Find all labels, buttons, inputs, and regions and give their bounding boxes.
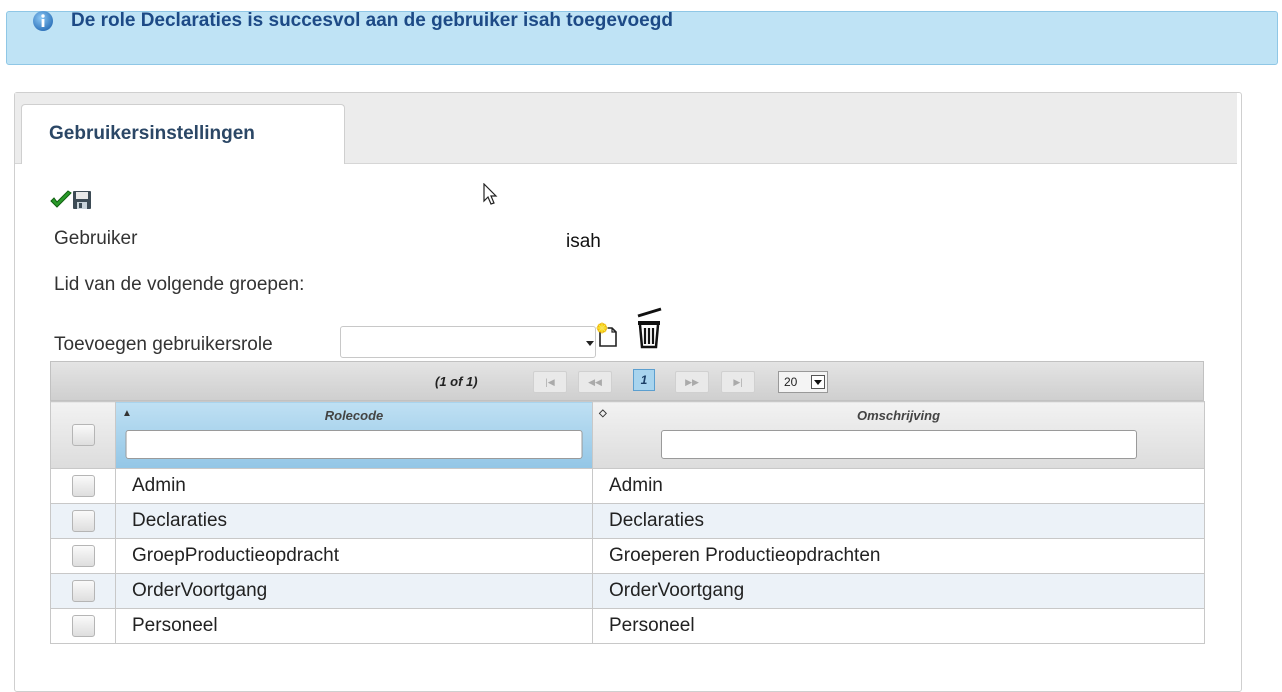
roles-table: ▲ Rolecode ◇ Omschrijving Admin Admin De… [50,401,1205,644]
mouse-cursor-icon [483,182,499,212]
rolecode-cell: OrderVoortgang [115,573,593,609]
rolecode-cell: Admin [115,468,593,504]
user-value: isah [566,231,601,252]
row-select-cell [50,608,116,644]
prev-page-button[interactable]: ◀◀ [578,371,612,393]
header-row: ▲ Rolecode ◇ Omschrijving [50,401,1205,469]
sort-both-icon: ◇ [599,408,607,419]
select-all-checkbox[interactable] [71,424,95,446]
rolecode-cell: Personeel [115,608,593,644]
new-document-icon[interactable] [596,322,620,353]
row-select-cell [50,573,116,609]
success-message: De role Declaraties is succesvol aan de … [6,10,1278,65]
settings-panel: Gebruikersinstellingen Gebruiker isah Li… [14,92,1242,692]
groups-label: Lid van de volgende groepen: [54,274,305,295]
column-header-rolecode[interactable]: ▲ Rolecode [115,401,593,469]
paginator: (1 of 1) |◀ ◀◀ 1 ▶▶ ▶| 20 [50,361,1204,401]
sort-ascending-icon: ▲ [122,408,132,419]
row-checkbox[interactable] [71,544,95,567]
row-checkbox[interactable] [71,509,95,532]
table-row[interactable]: Personeel Personeel [50,608,1205,644]
checkmark-icon[interactable] [50,190,72,215]
omschrijving-cell: Admin [592,468,1205,504]
table-row[interactable]: OrderVoortgang OrderVoortgang [50,573,1205,609]
row-select-cell [50,503,116,539]
omschrijving-cell: Personeel [592,608,1205,644]
row-checkbox[interactable] [71,579,95,602]
role-select[interactable] [340,326,596,358]
add-role-label: Toevoegen gebruikersrole [54,334,273,355]
table-row[interactable]: Admin Admin [50,468,1205,504]
table-row[interactable]: GroepProductieopdracht Groeperen Product… [50,538,1205,574]
rolecode-cell: Declaraties [115,503,593,539]
column-header-omschrijving[interactable]: ◇ Omschrijving [592,401,1205,469]
omschrijving-filter-input[interactable] [660,430,1137,459]
omschrijving-cell: Groeperen Productieopdrachten [592,538,1205,574]
message-text: De role Declaraties is succesvol aan de … [71,10,673,31]
toolbar [50,190,92,215]
chevron-down-icon [586,341,594,346]
table-row[interactable]: Declaraties Declaraties [50,503,1205,539]
user-label: Gebruiker [54,228,138,249]
tab-bar: Gebruikersinstellingen [15,93,1237,164]
last-page-button[interactable]: ▶| [721,371,755,393]
rows-per-page-select[interactable]: 20 [778,371,828,393]
save-icon[interactable] [72,190,92,215]
row-select-cell [50,468,116,504]
page-number-button[interactable]: 1 [633,369,655,391]
omschrijving-cell: Declaraties [592,503,1205,539]
row-checkbox[interactable] [71,474,95,497]
roles-grid: (1 of 1) |◀ ◀◀ 1 ▶▶ ▶| 20 ▲ Rolecode ◇ O… [50,361,1205,644]
omschrijving-cell: OrderVoortgang [592,573,1205,609]
rolecode-filter-input[interactable] [125,430,583,459]
page-count: (1 of 1) [435,374,478,389]
first-page-button[interactable]: |◀ [533,371,567,393]
tab-gebruikersinstellingen[interactable]: Gebruikersinstellingen [21,104,345,164]
dropdown-arrow-icon [811,375,825,389]
trash-icon[interactable] [633,307,663,354]
select-all-header [50,401,116,469]
row-checkbox[interactable] [71,614,95,637]
rolecode-cell: GroepProductieopdracht [115,538,593,574]
row-select-cell [50,538,116,574]
column-label-omschrijving: Omschrijving [856,408,941,423]
column-label-rolecode: Rolecode [324,408,384,423]
next-page-button[interactable]: ▶▶ [675,371,709,393]
rows-per-page-value: 20 [784,375,798,389]
info-icon [32,10,54,32]
